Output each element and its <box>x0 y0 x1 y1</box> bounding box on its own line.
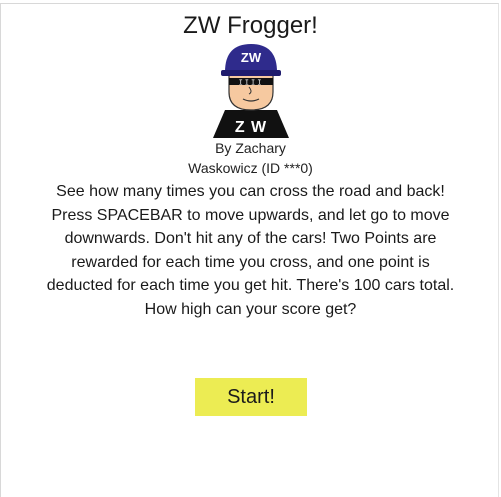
byline-author: By Zachary <box>215 140 286 156</box>
start-button[interactable]: Start! <box>195 378 307 416</box>
instructions-line: rewarded for each time you cross, and on… <box>71 253 430 271</box>
logo-glasses-text: IIII <box>239 80 264 88</box>
game-title: ZW Frogger! <box>183 12 318 39</box>
instructions-line: See how many times you can cross the roa… <box>56 183 445 200</box>
author-avatar-logo: Z W ZW IIII <box>213 44 289 138</box>
instructions-line: downwards. Don't hit any of the cars! Tw… <box>64 230 437 247</box>
instructions-text: See how many times you can cross the roa… <box>0 180 501 321</box>
instructions-line: deducted for each time you get hit. Ther… <box>46 277 455 294</box>
instructions-line: How high can your score get? <box>144 300 357 318</box>
logo-shirt-text: Z W <box>235 119 267 136</box>
byline-id: Waskowicz (ID ***0) <box>188 160 313 176</box>
logo-cap-text: ZW <box>241 50 262 65</box>
instructions-line: Press SPACEBAR to move upwards, and let … <box>51 206 450 224</box>
logo-cap-brim <box>221 70 281 76</box>
